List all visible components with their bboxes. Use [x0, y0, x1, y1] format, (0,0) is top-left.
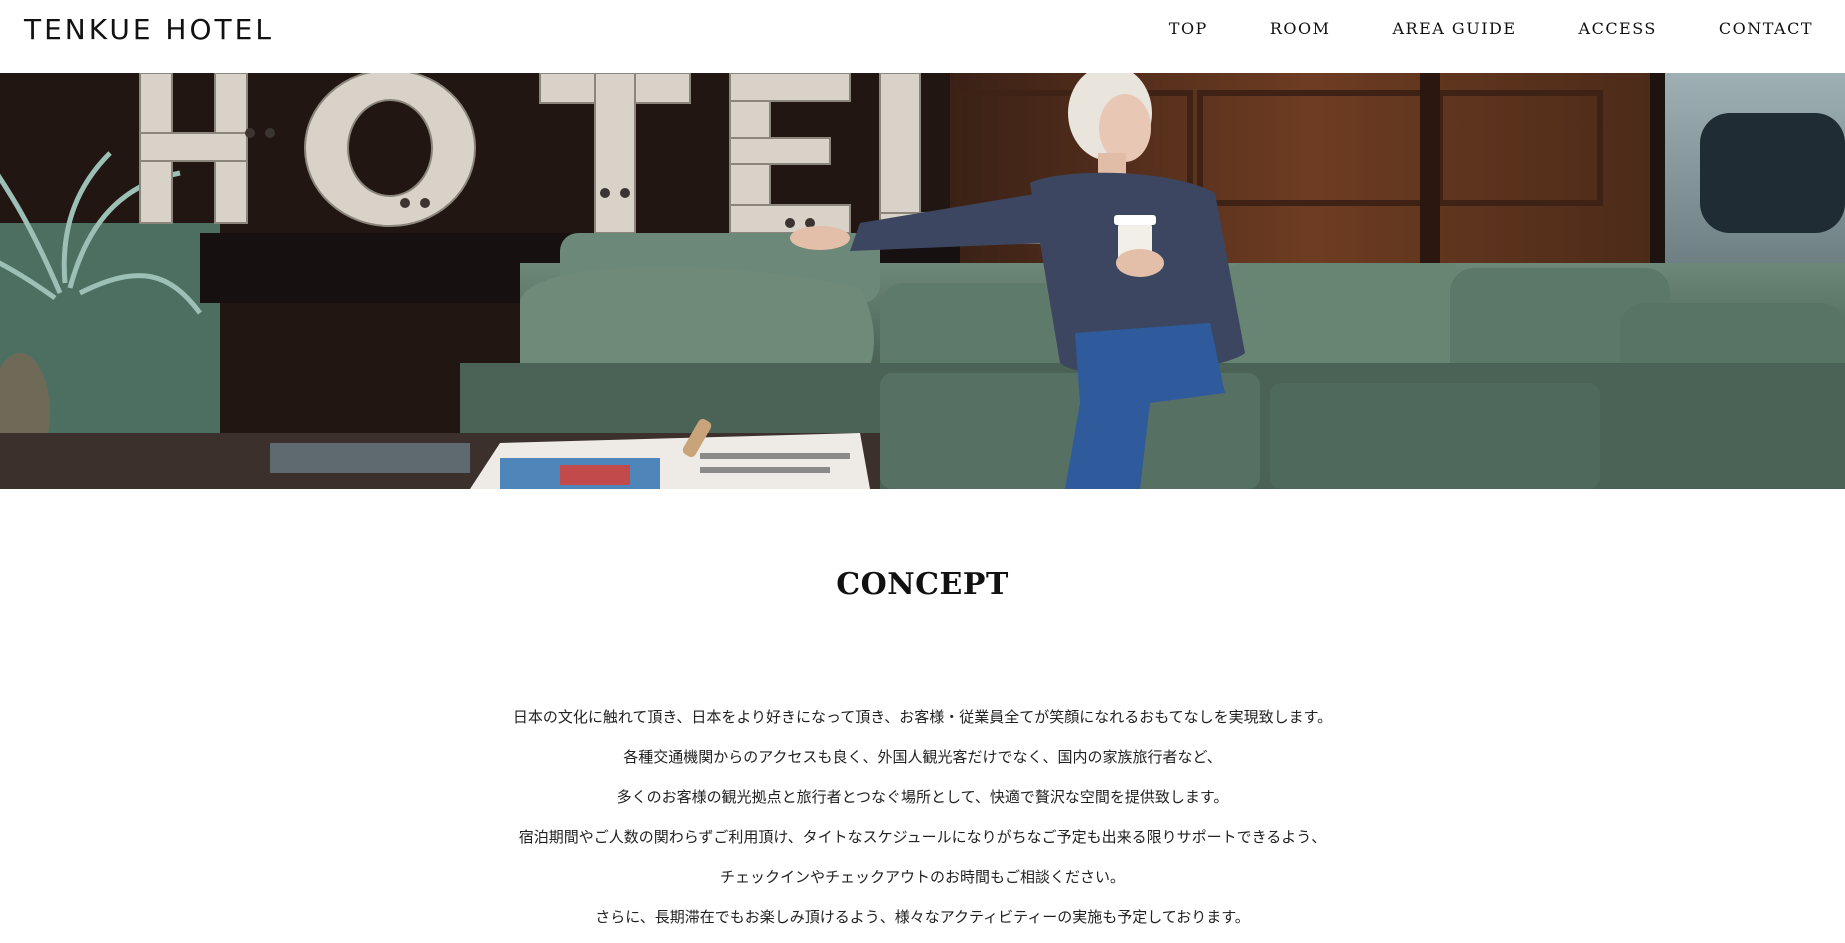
concept-line: 日本の文化に触れて頂き、日本をより好きになって頂き、お客様・従業員全てが笑顔にな…	[512, 708, 1333, 726]
concept-line: チェックインやチェックアウトのお時間もご相談ください。	[719, 868, 1125, 886]
nav-room[interactable]: ROOM	[1270, 19, 1331, 38]
nav-access[interactable]: ACCESS	[1579, 19, 1657, 38]
concept-line: さらに、長期滞在でもお楽しみ頂けるよう、様々なアクティビティーの実施も予定してお…	[595, 908, 1250, 926]
site-logo[interactable]: TENKUE HOTEL	[24, 13, 274, 46]
hero-image	[0, 73, 1845, 489]
concept-title: CONCEPT	[836, 567, 1009, 602]
concept-body: 日本の文化に触れて頂き、日本をより好きになって頂き、お客様・従業員全てが笑顔にな…	[0, 697, 1845, 937]
nav-area-guide[interactable]: AREA GUIDE	[1393, 19, 1517, 38]
nav-top[interactable]: TOP	[1169, 19, 1208, 38]
nav-contact[interactable]: CONTACT	[1719, 19, 1813, 38]
main-nav: TOP ROOM AREA GUIDE ACCESS CONTACT	[1169, 19, 1813, 38]
concept-line: 宿泊期間やご人数の関わらずご利用頂け、タイトなスケジュールになりがちなご予定も出…	[518, 828, 1327, 846]
concept-line: 各種交通機関からのアクセスも良く、外国人観光客だけでなく、国内の家族旅行者など、	[623, 748, 1222, 766]
concept-line: 多くのお客様の観光拠点と旅行者とつなぐ場所として、快適で贅沢な空間を提供致します…	[616, 788, 1229, 806]
site-header: TENKUE HOTEL TOP ROOM AREA GUIDE ACCESS …	[0, 0, 1845, 73]
hero-photo-illustration	[0, 73, 1845, 489]
